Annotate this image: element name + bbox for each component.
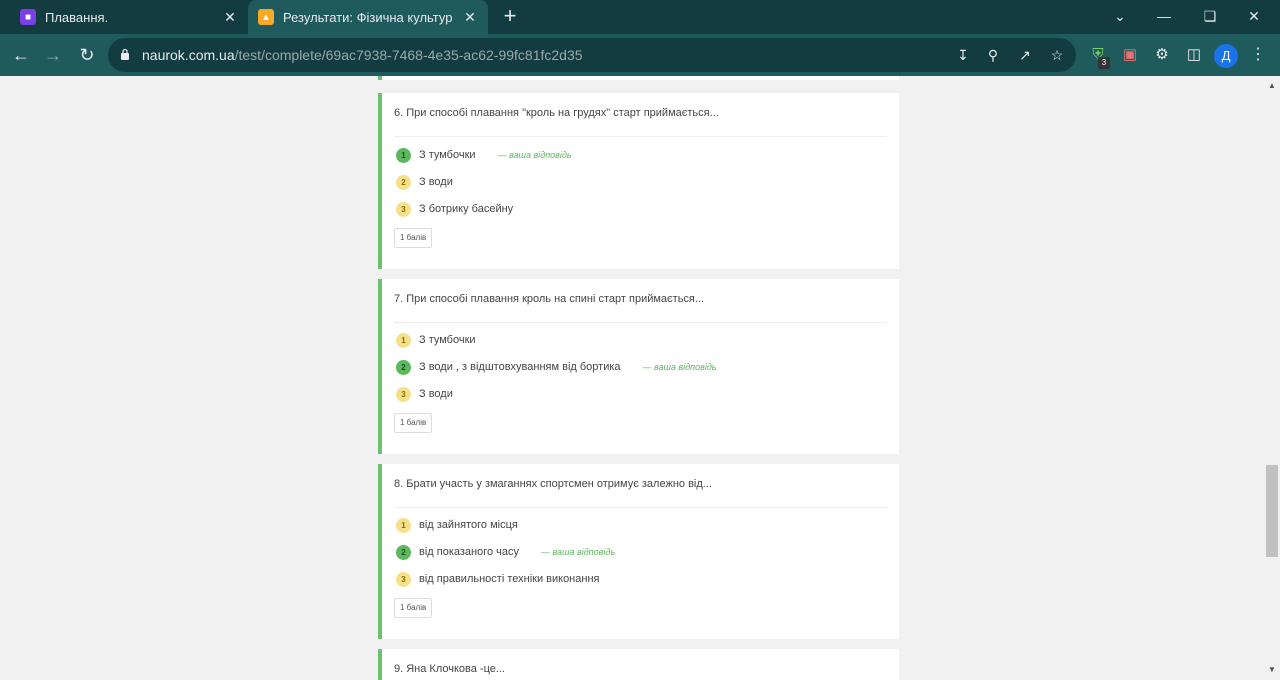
page-scrollbar[interactable]: ▲ ▼ [1264,76,1280,680]
tab-swimming[interactable]: ■ Плавання. ✕ [12,0,248,34]
scroll-up-icon[interactable]: ▲ [1268,82,1276,90]
answer-text: З тумбочки [419,334,476,346]
new-tab-button[interactable]: + [500,5,520,27]
question-text: 7. При способі плавання кроль на спині с… [394,293,705,305]
answer-option: 3 З ботрику басейну [396,201,513,217]
points-badge: 1 балів [394,413,433,433]
bookmark-star-icon[interactable]: ☆ [1048,46,1066,64]
answer-number: 2 [396,359,411,375]
answer-text: З води , з відштовхуванням від бортика [419,361,621,373]
address-bar[interactable]: naurok.com.ua/test/complete/69ac7938-746… [108,38,1076,72]
answer-number: 2 [396,174,411,190]
answer-option: 2 З води [396,174,453,190]
scroll-thumb[interactable] [1266,465,1278,557]
install-app-icon[interactable]: ↧ [954,46,972,64]
lock-icon [121,48,129,60]
page-viewport: 6. При способі плавання "кроль на грудях… [0,76,1264,680]
your-answer-label: — ваша відповідь [642,362,717,372]
share-icon[interactable]: ↗ [1016,46,1034,64]
your-answer-label: — ваша відповідь [541,547,616,557]
cast-extension-icon[interactable]: ▣ [1120,45,1140,65]
answer-text: від показаного часу [419,546,520,558]
back-icon[interactable]: ← [10,44,32,66]
classroom-icon: ■ [20,9,36,25]
answer-text: від правильності техніки виконання [419,573,600,585]
url-text: naurok.com.ua/test/complete/69ac7938-746… [142,47,583,63]
answer-option: 1 від зайнятого місця [396,517,518,533]
divider [394,322,887,323]
answer-option: 1 З тумбочки [396,332,476,348]
tab-strip: ■ Плавання. ✕ ▲ Результати: Фізична куль… [0,0,1280,34]
answer-number: 1 [396,332,411,348]
naurok-icon: ▲ [258,9,274,25]
answer-text: З води [419,388,453,400]
restore-icon[interactable]: ❏ [1200,6,1220,26]
answer-number: 3 [396,571,411,587]
reload-icon[interactable]: ↻ [76,44,98,66]
question-card-6: 6. При способі плавання "кроль на грудях… [378,93,899,269]
answer-number: 1 [396,147,411,163]
question-text: 6. При способі плавання "кроль на грудях… [394,107,719,119]
tab-title: Плавання. [45,9,109,25]
points-badge: 1 балів [394,228,433,248]
answer-number: 3 [396,201,411,217]
question-card-9: 9. Яна Клочкова -це... [378,649,899,680]
close-window-icon[interactable]: ✕ [1244,6,1264,26]
answer-text: З ботрику басейну [419,203,514,215]
answer-option: 3 від правильності техніки виконання [396,571,600,587]
answer-number: 1 [396,517,411,533]
close-tab-icon[interactable]: ✕ [222,9,238,25]
divider [394,136,887,137]
answer-option: 2 від показаного часу — ваша відповідь [396,544,615,560]
tab-title: Результати: Фізична культура.М [283,9,453,25]
zoom-icon[interactable]: ⚲ [984,46,1002,64]
answer-option: 1 З тумбочки — ваша відповідь [396,147,572,163]
url-domain: naurok.com.ua [142,47,235,63]
divider [394,507,887,508]
answer-number: 2 [396,544,411,560]
answer-text: З тумбочки [419,149,476,161]
question-text: 8. Брати участь у змаганнях спортсмен от… [394,478,712,490]
url-path: /test/complete/69ac7938-7468-4e35-ac62-9… [234,47,583,63]
points-badge: 1 балів [394,598,433,618]
scroll-down-icon[interactable]: ▼ [1268,666,1276,674]
avatar[interactable]: Д [1214,44,1238,68]
question-card-7: 7. При способі плавання кроль на спині с… [378,279,899,454]
kebab-menu-icon[interactable]: ⋮ [1250,45,1266,65]
question-card-8: 8. Брати участь у змаганнях спортсмен от… [378,464,899,639]
question-card-prev [378,76,899,80]
forward-icon[interactable]: → [42,44,64,66]
tab-results[interactable]: ▲ Результати: Фізична культура.М ✕ [248,0,488,34]
side-panel-icon[interactable]: ◫ [1184,45,1204,65]
minimize-icon[interactable]: — [1154,6,1174,26]
tab-search-icon[interactable]: ⌄ [1110,6,1130,26]
answer-number: 3 [396,386,411,402]
answer-text: З води [419,176,453,188]
answer-text: від зайнятого місця [419,519,518,531]
answer-option: 2 З води , з відштовхуванням від бортика… [396,359,717,375]
extension-badge: 3 [1098,57,1110,69]
close-tab-icon[interactable]: ✕ [462,9,478,25]
question-text: 9. Яна Клочкова -це... [394,663,506,675]
puzzle-icon[interactable]: ⚙ [1152,45,1172,65]
answer-option: 3 З води [396,386,453,402]
your-answer-label: — ваша відповідь [497,150,572,160]
